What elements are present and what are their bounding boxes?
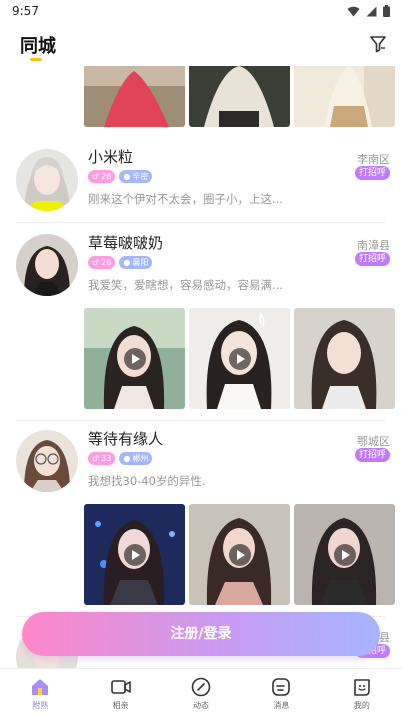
age-badge: ♂ 33	[88, 452, 116, 465]
wifi-icon	[347, 6, 360, 16]
user-tags: ♂ 26 ● 襄阳	[88, 256, 153, 269]
tab-label: 附熟	[32, 701, 49, 710]
status-time: 9:57	[12, 4, 39, 18]
play-icon[interactable]	[333, 543, 356, 566]
greet-button[interactable]: 打招呼	[354, 252, 390, 266]
tab-messages[interactable]: 消息	[241, 669, 321, 716]
compass-icon	[191, 677, 211, 697]
profile-icon	[354, 679, 370, 696]
photo-thumbnail[interactable]	[84, 66, 185, 127]
tab-profile[interactable]: 我的	[322, 669, 402, 716]
header: 同城	[0, 24, 402, 66]
photo-row	[84, 308, 395, 409]
tab-moments[interactable]: 动态	[161, 669, 241, 716]
avatar[interactable]	[16, 430, 78, 492]
page-title: 同城	[20, 36, 56, 57]
register-login-button[interactable]: 注册/登录	[22, 612, 380, 656]
age-badge: ♂ 28	[88, 170, 116, 183]
age-value: 28	[101, 172, 112, 181]
video-thumbnail[interactable]	[189, 504, 290, 605]
user-feed[interactable]: 小米粒 ♂ 28 ● 辛密 刚来这个伊对不太会，圈子小，上这... 李南区 打招呼 …	[0, 66, 402, 668]
user-bio: 我爱笑，爱瞎想，容易感动，容易满...	[88, 278, 283, 292]
video-thumbnail[interactable]	[84, 308, 185, 409]
greet-button[interactable]: 打招呼	[354, 166, 390, 180]
video-thumbnail[interactable]	[189, 308, 290, 409]
divider	[16, 222, 386, 223]
user-tags: ♂ 33 ● 郴州	[88, 452, 153, 465]
title-underline	[30, 58, 42, 61]
city-value: 郴州	[132, 454, 149, 463]
photo-thumbnail[interactable]	[294, 308, 395, 409]
divider	[16, 420, 386, 421]
tab-label: 我的	[353, 701, 370, 710]
play-icon[interactable]	[228, 543, 251, 566]
photo-thumbnail[interactable]	[294, 66, 395, 127]
photo-thumbnail[interactable]	[189, 66, 290, 127]
tab-video[interactable]: 相亲	[80, 669, 160, 716]
photo-row	[84, 66, 395, 127]
avatar[interactable]	[16, 149, 78, 211]
user-bio: 我想找30-40岁的异性.	[88, 474, 206, 488]
battery-icon	[383, 5, 390, 17]
status-bar: 9:57	[0, 0, 402, 24]
home-icon	[32, 679, 49, 695]
photo-row	[84, 504, 395, 605]
status-icons	[347, 5, 390, 17]
play-icon[interactable]	[228, 347, 251, 370]
bottom-tab-bar: 附熟 相亲 动态 消息 我的	[0, 668, 402, 716]
user-bio: 刚来这个伊对不太会，圈子小，上这...	[88, 192, 283, 206]
age-value: 33	[101, 454, 112, 463]
city-value: 辛密	[132, 172, 149, 181]
city-badge: ● 郴州	[119, 452, 153, 465]
play-icon[interactable]	[123, 347, 146, 370]
user-location: 南漳县	[357, 239, 390, 252]
user-location: 鄂城区	[357, 435, 390, 448]
greet-button[interactable]: 打招呼	[354, 448, 390, 462]
play-icon[interactable]	[123, 543, 146, 566]
signal-icon	[366, 6, 377, 16]
user-name: 小米粒	[88, 148, 134, 166]
city-value: 襄阳	[132, 258, 149, 267]
message-icon	[272, 678, 291, 696]
user-name: 等待有缘人	[88, 430, 164, 448]
tab-home[interactable]: 附熟	[0, 669, 80, 716]
tab-label: 动态	[193, 701, 210, 710]
user-tags: ♂ 28 ● 辛密	[88, 170, 153, 183]
user-location: 李南区	[357, 153, 390, 166]
filter-icon[interactable]	[368, 34, 388, 54]
tab-label: 相亲	[112, 701, 129, 710]
video-icon	[110, 680, 131, 694]
city-badge: ● 襄阳	[119, 256, 153, 269]
tab-label: 消息	[273, 701, 290, 710]
age-badge: ♂ 26	[88, 256, 116, 269]
city-badge: ● 辛密	[119, 170, 153, 183]
user-name: 草莓啵啵奶	[88, 234, 164, 252]
avatar[interactable]	[16, 234, 78, 296]
video-thumbnail[interactable]	[294, 504, 395, 605]
age-value: 26	[101, 258, 112, 267]
video-thumbnail[interactable]	[84, 504, 185, 605]
